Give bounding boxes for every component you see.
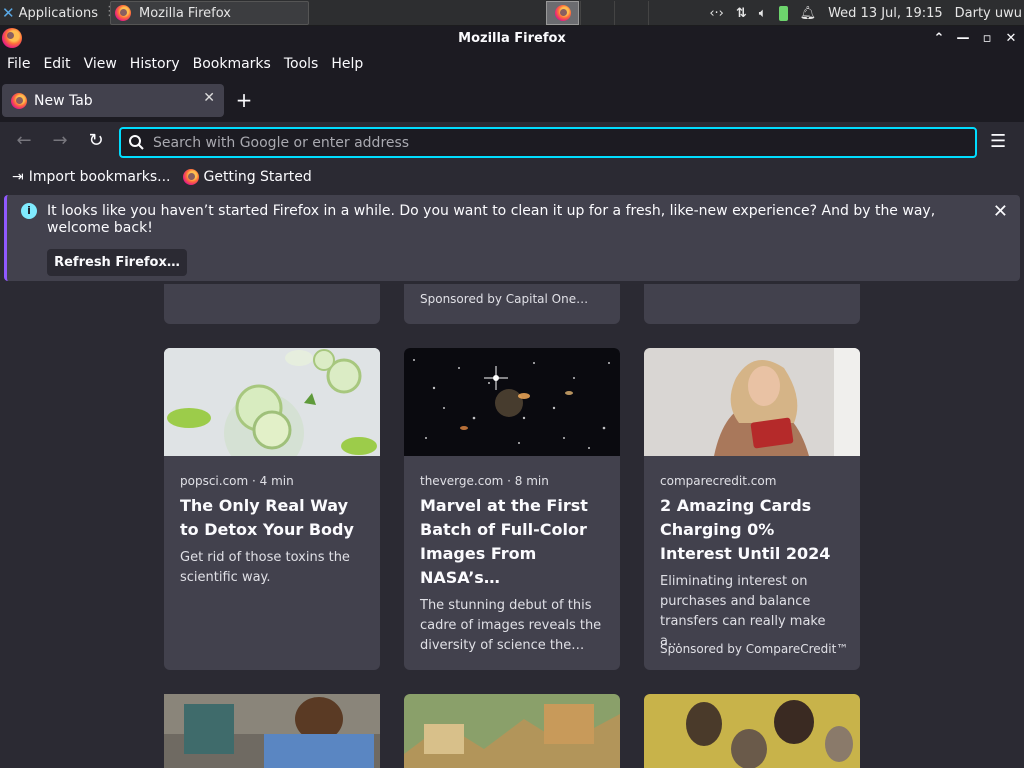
menu-view[interactable]: View	[84, 56, 117, 72]
card-image	[404, 348, 620, 456]
info-icon: i	[21, 203, 37, 219]
applications-label: Applications	[18, 5, 98, 21]
search-input[interactable]	[153, 134, 953, 151]
card-title: 2 Amazing Cards Charging 0% Interest Unt…	[660, 496, 831, 563]
card-description: Eliminating interest on purchases and ba…	[660, 574, 826, 649]
window-titlebar: Mozilla Firefox ⌃ — ▫ ✕	[0, 26, 1024, 50]
card-description: Get rid of those toxins the scientific w…	[180, 550, 350, 585]
search-icon	[129, 135, 144, 150]
workspace-4[interactable]	[648, 1, 682, 25]
card-source: popsci.com · 4 min	[180, 474, 294, 488]
import-icon: ⇥	[12, 169, 24, 185]
user-name[interactable]: Darty uwu	[955, 6, 1022, 21]
close-notification-icon[interactable]: ✕	[993, 201, 1008, 222]
clock[interactable]: Wed 13 Jul, 19:15	[828, 6, 943, 21]
volume-icon[interactable]: 🔈︎	[759, 6, 767, 21]
menu-history[interactable]: History	[130, 56, 180, 72]
bell-icon[interactable]: 🔔︎	[800, 6, 817, 21]
hamburger-menu-icon[interactable]: ☰	[990, 131, 1006, 152]
tab-label: New Tab	[34, 92, 93, 109]
refresh-notification: i It looks like you haven’t started Fire…	[4, 195, 1020, 281]
story-card-partial[interactable]	[644, 284, 860, 324]
story-card-partial[interactable]	[404, 694, 620, 768]
system-tray: ‹·› ⇅ 🔈︎ 🔔︎ Wed 13 Jul, 19:15 Darty uwu	[709, 0, 1024, 26]
card-source: comparecredit.com	[660, 474, 777, 488]
workspace-1[interactable]	[546, 1, 579, 25]
applications-menu[interactable]: ✕ Applications	[2, 0, 98, 26]
reload-button[interactable]: ↻	[84, 130, 108, 151]
card-description: The stunning debut of this cadre of imag…	[420, 598, 602, 653]
back-button[interactable]: ←	[12, 130, 36, 151]
new-tab-content: Sponsored by Capital One… popsci.com · 4…	[0, 284, 1024, 768]
new-tab-button[interactable]: +	[234, 88, 254, 112]
firefox-icon	[554, 5, 571, 21]
close-tab-icon[interactable]: ✕	[203, 90, 215, 106]
window-title: Mozilla Firefox	[458, 30, 566, 46]
taskbar-firefox[interactable]: Mozilla Firefox	[110, 1, 309, 25]
bookmarks-toolbar: ⇥ Import bookmarks... Getting Started	[0, 162, 1024, 192]
menu-help[interactable]: Help	[331, 56, 363, 72]
network-icon[interactable]: ‹·›	[709, 6, 724, 21]
card-title: Marvel at the First Batch of Full-Color …	[420, 496, 588, 587]
story-card-partial[interactable]: Sponsored by Capital One…	[404, 284, 620, 324]
system-panel: ✕ Applications ⋮ Mozilla Firefox ‹·› ⇅ 🔈…	[0, 0, 1024, 26]
forward-button[interactable]: →	[48, 130, 72, 151]
menu-bookmarks[interactable]: Bookmarks	[193, 56, 271, 72]
url-bar[interactable]	[119, 127, 977, 158]
import-bookmarks-item[interactable]: ⇥ Import bookmarks...	[12, 169, 171, 185]
getting-started-label: Getting Started	[203, 169, 312, 185]
sponsored-label: Sponsored by CompareCredit™	[660, 642, 849, 656]
maximize-button[interactable]: ⌃	[932, 31, 946, 46]
minimize-button[interactable]: —	[956, 31, 970, 46]
navigation-bar: ← → ↻ ☰	[0, 122, 1024, 162]
import-bookmarks-label: Import bookmarks...	[28, 169, 171, 185]
menu-file[interactable]: File	[7, 56, 30, 72]
updown-icon[interactable]: ⇅	[736, 6, 747, 21]
story-card[interactable]: popsci.com · 4 min The Only Real Way to …	[164, 348, 380, 670]
refresh-firefox-button[interactable]: Refresh Firefox…	[47, 249, 187, 276]
card-source: theverge.com · 8 min	[420, 474, 549, 488]
getting-started-bookmark[interactable]: Getting Started	[182, 169, 312, 185]
xfce-icon: ✕	[2, 4, 15, 22]
menu-bar: File Edit View History Bookmarks Tools H…	[0, 50, 1024, 78]
workspace-3[interactable]	[614, 1, 648, 25]
story-card[interactable]: comparecredit.com 2 Amazing Cards Chargi…	[644, 348, 860, 670]
firefox-icon	[2, 28, 22, 48]
menu-tools[interactable]: Tools	[284, 56, 319, 72]
firefox-icon	[11, 92, 27, 109]
notification-message: It looks like you haven’t started Firefo…	[47, 203, 936, 236]
card-image	[164, 348, 380, 473]
close-window-button[interactable]: ✕	[1004, 31, 1018, 46]
story-card-partial[interactable]	[164, 694, 380, 768]
tab-bar: New Tab ✕ +	[0, 78, 1024, 122]
window-controls: ⌃ — ▫ ✕	[932, 26, 1018, 50]
story-card-partial[interactable]	[164, 284, 380, 324]
card-image	[644, 348, 860, 456]
firefox-icon	[115, 5, 131, 21]
sponsored-label: Sponsored by Capital One…	[420, 292, 589, 306]
battery-icon[interactable]	[778, 5, 788, 21]
card-title: The Only Real Way to Detox Your Body	[180, 496, 354, 539]
taskbar-title: Mozilla Firefox	[139, 5, 231, 21]
tab-new-tab[interactable]: New Tab ✕	[2, 84, 224, 117]
firefox-icon	[182, 169, 199, 185]
workspace-2[interactable]	[580, 1, 614, 25]
menu-edit[interactable]: Edit	[43, 56, 70, 72]
story-card-partial[interactable]	[644, 694, 860, 768]
restore-button[interactable]: ▫	[980, 31, 994, 46]
story-card[interactable]: theverge.com · 8 min Marvel at the First…	[404, 348, 620, 670]
